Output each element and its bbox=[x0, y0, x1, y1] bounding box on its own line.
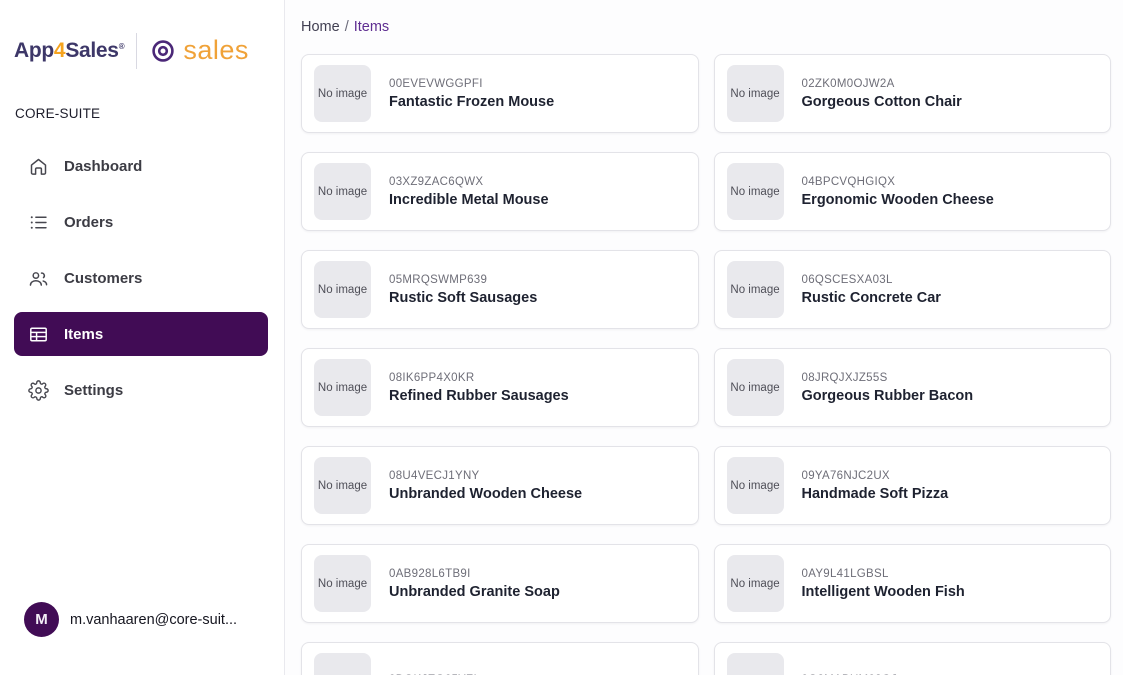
item-id: 03XZ9ZAC6QWX bbox=[389, 176, 549, 188]
sidebar-item-label: Customers bbox=[64, 270, 142, 287]
item-card[interactable]: No image 08U4VECJ1YNY Unbranded Wooden Ch… bbox=[301, 446, 699, 525]
item-name: Refined Rubber Sausages bbox=[389, 388, 569, 404]
no-image-placeholder: No image bbox=[727, 163, 784, 220]
breadcrumb-current[interactable]: Items bbox=[354, 19, 389, 35]
sidebar-item-label: Settings bbox=[64, 382, 123, 399]
table-icon bbox=[28, 324, 49, 345]
item-id: 02ZK0M0OJW2A bbox=[802, 78, 962, 90]
item-card[interactable]: No image 04BPCVQHGIQX Ergonomic Wooden Ch… bbox=[714, 152, 1112, 231]
no-image-placeholder: No image bbox=[727, 65, 784, 122]
sidebar-item-label: Items bbox=[64, 326, 103, 343]
app-logo: App4Sales® sales bbox=[0, 0, 284, 69]
people-icon bbox=[28, 268, 49, 289]
item-card[interactable]: No image 0AB928L6TB9I Unbranded Granite S… bbox=[301, 544, 699, 623]
item-card[interactable]: No image 08JRQJXJZ55S Gorgeous Rubber Bac… bbox=[714, 348, 1112, 427]
sidebar-item-label: Dashboard bbox=[64, 158, 142, 175]
item-id: 00EVEVWGGPFI bbox=[389, 78, 554, 90]
item-id: 08IK6PP4X0KR bbox=[389, 372, 569, 384]
sidebar-item-dashboard[interactable]: Dashboard bbox=[14, 144, 268, 188]
item-card[interactable]: No image 0AY9L41LGBSL Intelligent Wooden … bbox=[714, 544, 1112, 623]
item-name: Fantastic Frozen Mouse bbox=[389, 94, 554, 110]
item-card[interactable]: No image 0G2MABUM08QJ bbox=[714, 642, 1112, 675]
breadcrumb-home-link[interactable]: Home bbox=[301, 19, 340, 35]
no-image-placeholder: No image bbox=[727, 359, 784, 416]
logo-divider bbox=[136, 33, 137, 69]
item-id: 08JRQJXJZ55S bbox=[802, 372, 974, 384]
item-id: 09YA76NJC2UX bbox=[802, 470, 949, 482]
no-image-placeholder: No image bbox=[727, 555, 784, 612]
no-image-placeholder: No image bbox=[727, 653, 784, 675]
item-card[interactable]: No image 05MRQSWMP639 Rustic Soft Sausage… bbox=[301, 250, 699, 329]
item-name: Unbranded Granite Soap bbox=[389, 584, 560, 600]
no-image-placeholder: No image bbox=[314, 359, 371, 416]
item-card[interactable]: No image 06QSCESXA03L Rustic Concrete Car bbox=[714, 250, 1112, 329]
no-image-placeholder: No image bbox=[314, 65, 371, 122]
item-card[interactable]: No image 02ZK0M0OJW2A Gorgeous Cotton Cha… bbox=[714, 54, 1112, 133]
gear-icon bbox=[28, 380, 49, 401]
items-grid: No image 00EVEVWGGPFI Fantastic Frozen Mo… bbox=[301, 54, 1111, 675]
item-name: Intelligent Wooden Fish bbox=[802, 584, 965, 600]
sidebar-item-orders[interactable]: Orders bbox=[14, 200, 268, 244]
no-image-placeholder: No image bbox=[314, 653, 371, 675]
item-card[interactable]: No image 08IK6PP4X0KR Refined Rubber Saus… bbox=[301, 348, 699, 427]
item-id: 04BPCVQHGIQX bbox=[802, 176, 994, 188]
item-card[interactable]: No image 00EVEVWGGPFI Fantastic Frozen Mo… bbox=[301, 54, 699, 133]
item-name: Gorgeous Cotton Chair bbox=[802, 94, 962, 110]
item-name: Rustic Soft Sausages bbox=[389, 290, 537, 306]
sidebar-item-items[interactable]: Items bbox=[14, 312, 268, 356]
target-icon bbox=[150, 38, 176, 64]
item-card[interactable]: No image 09YA76NJC2UX Handmade Soft Pizza bbox=[714, 446, 1112, 525]
breadcrumb-separator: / bbox=[345, 19, 349, 35]
item-id: 0AY9L41LGBSL bbox=[802, 568, 965, 580]
home-icon bbox=[28, 156, 49, 177]
item-id: 05MRQSWMP639 bbox=[389, 274, 537, 286]
workspace-label: CORE-SUITE bbox=[15, 106, 284, 121]
product-name: sales bbox=[183, 37, 249, 66]
breadcrumb: Home / Items bbox=[301, 19, 1111, 35]
item-id: 08U4VECJ1YNY bbox=[389, 470, 582, 482]
avatar: M bbox=[24, 602, 59, 637]
item-name: Incredible Metal Mouse bbox=[389, 192, 549, 208]
no-image-placeholder: No image bbox=[314, 261, 371, 318]
app4sales-wordmark: App4Sales® bbox=[14, 39, 124, 63]
item-name: Gorgeous Rubber Bacon bbox=[802, 388, 974, 404]
main-content: Home / Items No image 00EVEVWGGPFI Fantasti… bbox=[285, 0, 1123, 675]
item-id: 0AB928L6TB9I bbox=[389, 568, 560, 580]
sidebar-item-label: Orders bbox=[64, 214, 113, 231]
no-image-placeholder: No image bbox=[727, 457, 784, 514]
user-email: m.vanhaaren@core-suit... bbox=[70, 612, 237, 628]
sidebar-item-customers[interactable]: Customers bbox=[14, 256, 268, 300]
no-image-placeholder: No image bbox=[727, 261, 784, 318]
item-card[interactable]: No image 0DQKJEG65YZI bbox=[301, 642, 699, 675]
user-account[interactable]: M m.vanhaaren@core-suit... bbox=[0, 602, 284, 675]
item-name: Rustic Concrete Car bbox=[802, 290, 941, 306]
item-name: Unbranded Wooden Cheese bbox=[389, 486, 582, 502]
item-name: Ergonomic Wooden Cheese bbox=[802, 192, 994, 208]
sidebar-item-settings[interactable]: Settings bbox=[14, 368, 268, 412]
list-icon bbox=[28, 212, 49, 233]
no-image-placeholder: No image bbox=[314, 555, 371, 612]
item-card[interactable]: No image 03XZ9ZAC6QWX Incredible Metal Mo… bbox=[301, 152, 699, 231]
sidebar-nav: Dashboard Orders bbox=[0, 144, 284, 424]
no-image-placeholder: No image bbox=[314, 163, 371, 220]
item-name: Handmade Soft Pizza bbox=[802, 486, 949, 502]
sidebar: App4Sales® sales CORE-SUITE Dashboard bbox=[0, 0, 285, 675]
item-id: 06QSCESXA03L bbox=[802, 274, 941, 286]
no-image-placeholder: No image bbox=[314, 457, 371, 514]
